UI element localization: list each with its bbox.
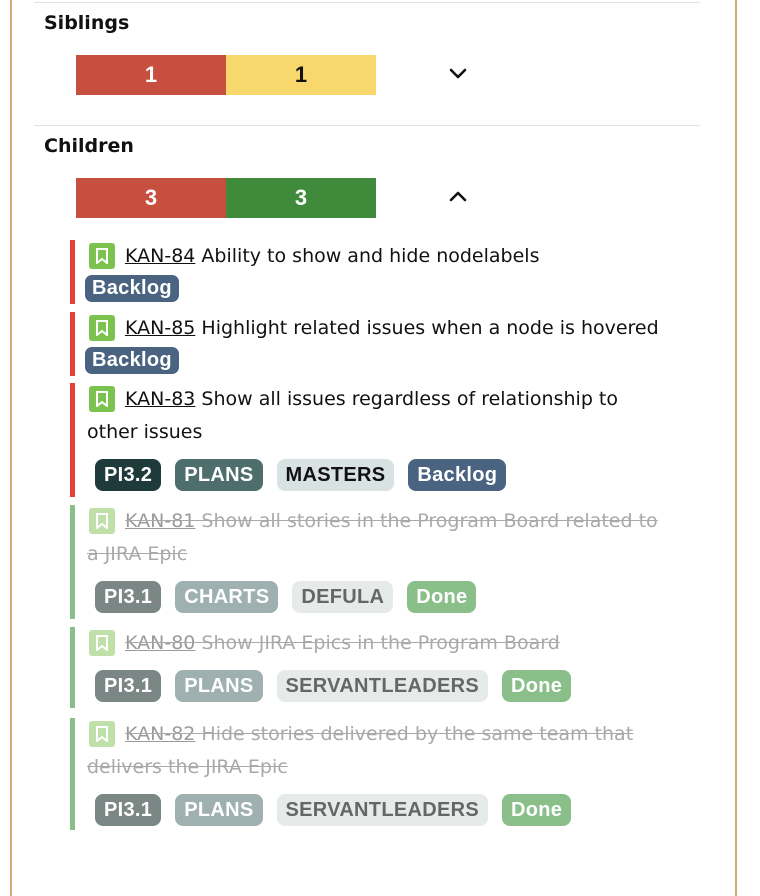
tag-pi: PI3.1 [95, 794, 162, 826]
tag-component: PLANS [175, 794, 263, 826]
tag-team: MASTERS [276, 459, 395, 491]
bookmark-icon [89, 508, 115, 534]
issue-tags: PI3.1 PLANS SERVANTLEADERS Done [95, 794, 710, 826]
chevron-up-icon[interactable] [446, 184, 470, 208]
children-count-todo: 3 [76, 178, 226, 218]
issue-tags: PI3.1 PLANS SERVANTLEADERS Done [95, 670, 710, 702]
status-badge: Done [502, 670, 572, 702]
divider [34, 125, 700, 126]
tag-team: SERVANTLEADERS [276, 670, 488, 702]
issue-key-link[interactable]: KAN-81 [125, 510, 195, 532]
siblings-count-inprogress: 1 [226, 55, 376, 95]
issue-line: KAN-83 Show all issues regardless of rel… [87, 383, 710, 416]
status-badge: Backlog [85, 347, 179, 374]
issue-line: KAN-85 Highlight related issues when a n… [87, 312, 710, 345]
issue-summary-continued: other issues [87, 421, 203, 443]
tag-component: CHARTS [175, 581, 279, 613]
issue-summary-continued: a JIRA Epic [87, 543, 188, 565]
issue-tags: Backlog [85, 275, 710, 302]
issue-summary: Show all stories in the Program Board re… [201, 510, 658, 532]
issue-line: KAN-81 Show all stories in the Program B… [87, 505, 710, 538]
child-issue: KAN-81 Show all stories in the Program B… [70, 505, 710, 619]
issue-summary: Show all issues regardless of relationsh… [201, 388, 618, 410]
status-badge: Done [502, 794, 572, 826]
tag-team: SERVANTLEADERS [276, 794, 488, 826]
chevron-down-icon[interactable] [446, 62, 470, 86]
issue-summary-continued: delivers the JIRA Epic [87, 756, 288, 778]
bookmark-icon [89, 243, 115, 269]
children-status-bar: 3 3 [76, 178, 376, 218]
bookmark-icon [89, 630, 115, 656]
tag-pi: PI3.2 [95, 459, 162, 491]
bookmark-icon [89, 315, 115, 341]
issue-key-link[interactable]: KAN-80 [125, 632, 195, 654]
siblings-title: Siblings [44, 12, 130, 34]
bookmark-icon [89, 721, 115, 747]
bookmark-icon [89, 386, 115, 412]
divider [34, 2, 700, 3]
issue-tags: Backlog [85, 347, 710, 374]
issue-key-link[interactable]: KAN-85 [125, 317, 195, 339]
tag-pi: PI3.1 [95, 670, 162, 702]
issue-summary: Ability to show and hide nodelabels [201, 245, 540, 267]
status-badge: Backlog [408, 459, 507, 491]
tag-component: PLANS [175, 670, 263, 702]
issue-line: KAN-84 Ability to show and hide nodelabe… [87, 240, 710, 273]
issue-summary: Show JIRA Epics in the Program Board [201, 632, 560, 654]
child-issue: KAN-80 Show JIRA Epics in the Program Bo… [70, 627, 710, 708]
child-issue: KAN-85 Highlight related issues when a n… [70, 312, 710, 376]
tag-team: DEFULA [292, 581, 394, 613]
tag-component: PLANS [175, 459, 263, 491]
status-badge: Backlog [85, 275, 179, 302]
children-count-done: 3 [226, 178, 376, 218]
issue-key-link[interactable]: KAN-83 [125, 388, 195, 410]
issue-summary: Hide stories delivered by the same team … [201, 723, 634, 745]
issue-tags: PI3.1 CHARTS DEFULA Done [95, 581, 710, 613]
tag-pi: PI3.1 [95, 581, 162, 613]
child-issue: KAN-84 Ability to show and hide nodelabe… [70, 240, 710, 304]
issue-key-link[interactable]: KAN-84 [125, 245, 195, 267]
issue-key-link[interactable]: KAN-82 [125, 723, 195, 745]
issue-line: KAN-80 Show JIRA Epics in the Program Bo… [87, 627, 710, 660]
issue-tags: PI3.2 PLANS MASTERS Backlog [95, 459, 710, 491]
issue-summary: Highlight related issues when a node is … [201, 317, 659, 339]
issue-line: KAN-82 Hide stories delivered by the sam… [87, 718, 710, 751]
child-issue: KAN-82 Hide stories delivered by the sam… [70, 718, 710, 830]
children-title: Children [44, 135, 134, 157]
child-issue: KAN-83 Show all issues regardless of rel… [70, 383, 710, 497]
siblings-count-todo: 1 [76, 55, 226, 95]
status-badge: Done [407, 581, 477, 613]
siblings-status-bar: 1 1 [76, 55, 376, 95]
